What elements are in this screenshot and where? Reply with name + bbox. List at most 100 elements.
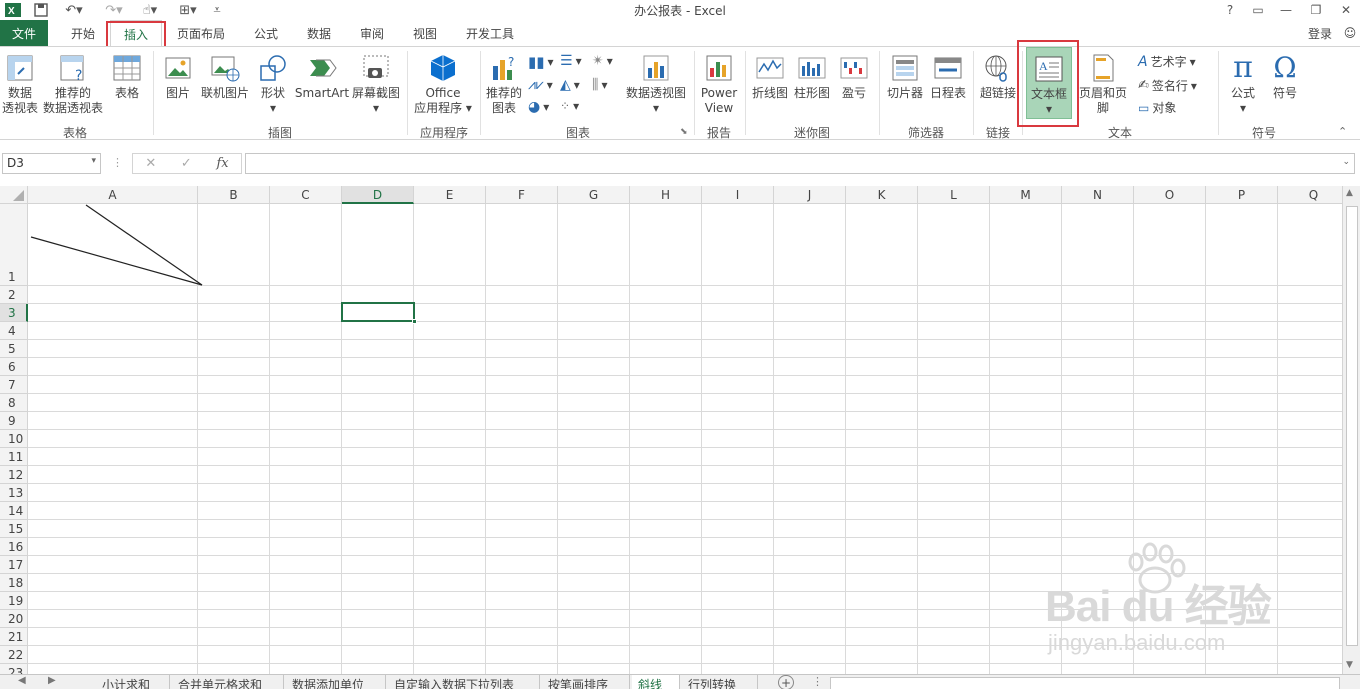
row-header-2[interactable]: 2 <box>0 286 28 304</box>
column-header-q[interactable]: Q <box>1278 186 1342 204</box>
column-header-c[interactable]: C <box>270 186 342 204</box>
hyperlink-button[interactable]: 超链接 <box>977 47 1019 101</box>
shapes-button[interactable]: 形状 ▾ <box>254 47 292 116</box>
select-all-corner[interactable] <box>0 186 28 204</box>
row-header-3[interactable]: 3 <box>0 304 28 322</box>
row-header-22[interactable]: 22 <box>0 646 28 664</box>
diagonal-lines[interactable] <box>28 204 204 286</box>
equation-button[interactable]: π 公式 ▾ <box>1222 47 1264 116</box>
line-sparkline-button[interactable]: 折线图 <box>750 47 790 101</box>
cancel-icon[interactable]: ✕ <box>145 156 156 171</box>
header-footer-button[interactable]: 页眉和页脚 <box>1074 47 1132 116</box>
row-header-17[interactable]: 17 <box>0 556 28 574</box>
expand-formula-icon[interactable]: ⌄ <box>1342 157 1350 167</box>
bar-chart-button[interactable]: ☰ ▾ <box>560 53 582 69</box>
minimize-icon[interactable]: — <box>1272 0 1300 20</box>
name-box-dropdown-icon[interactable]: ▾ <box>91 156 96 166</box>
insert-function-button[interactable]: fx <box>216 156 228 171</box>
area-chart-button[interactable]: ◭ ▾ <box>560 77 580 93</box>
vertical-scrollbar[interactable]: ▲ ▼ <box>1342 186 1360 674</box>
scatter-chart-button[interactable]: ⁘ ▾ <box>560 99 579 113</box>
fill-handle[interactable] <box>412 319 417 324</box>
row-header-7[interactable]: 7 <box>0 376 28 394</box>
prev-sheet-icon[interactable]: ◀ <box>18 675 26 686</box>
column-header-j[interactable]: J <box>774 186 846 204</box>
column-header-n[interactable]: N <box>1062 186 1134 204</box>
office-apps-button[interactable]: Office 应用程序 ▾ <box>410 47 476 116</box>
column-header-b[interactable]: B <box>198 186 270 204</box>
textbox-button[interactable]: A 文本框 ▾ <box>1026 47 1072 119</box>
row-header-1[interactable]: 1 <box>0 204 28 286</box>
picture-button[interactable]: 图片 <box>158 47 198 101</box>
row-header-5[interactable]: 5 <box>0 340 28 358</box>
column-header-m[interactable]: M <box>990 186 1062 204</box>
row-header-19[interactable]: 19 <box>0 592 28 610</box>
row-header-8[interactable]: 8 <box>0 394 28 412</box>
row-header-14[interactable]: 14 <box>0 502 28 520</box>
restore-icon[interactable]: ❐ <box>1302 0 1330 20</box>
enter-icon[interactable]: ✓ <box>181 156 192 171</box>
row-header-4[interactable]: 4 <box>0 322 28 340</box>
tab-data[interactable]: 数据 <box>297 20 341 46</box>
diagonal-line-1[interactable] <box>85 204 203 286</box>
column-header-g[interactable]: G <box>558 186 630 204</box>
sheet-tab-7[interactable]: 行列转换 <box>682 675 758 689</box>
radar-chart-button[interactable]: ✴ ▾ <box>592 53 613 69</box>
timeline-button[interactable]: 日程表 <box>928 47 968 101</box>
column-chart-button[interactable]: ▮▮ ▾ <box>528 53 554 71</box>
tab-home[interactable]: 开始 <box>60 20 106 46</box>
user-icon[interactable]: ☺ <box>1340 20 1360 46</box>
line-chart-button[interactable]: ⩘⩗ ▾ <box>528 77 553 93</box>
row-header-20[interactable]: 20 <box>0 610 28 628</box>
screenshot-button[interactable]: 屏幕截图 ▾ <box>350 47 402 116</box>
row-header-9[interactable]: 9 <box>0 412 28 430</box>
tab-formulas[interactable]: 公式 <box>244 20 288 46</box>
login-link[interactable]: 登录 <box>1300 20 1340 46</box>
recommended-charts-button[interactable]: ? 推荐的 图表 <box>483 47 525 116</box>
next-sheet-icon[interactable]: ▶ <box>48 675 56 686</box>
column-header-a[interactable]: A <box>28 186 198 204</box>
formula-input[interactable]: ⌄ <box>245 153 1355 174</box>
row-header-6[interactable]: 6 <box>0 358 28 376</box>
tab-page-layout[interactable]: 页面布局 <box>168 20 234 46</box>
sheet-tab-3[interactable]: 数据添加单位 <box>286 675 386 689</box>
column-header-l[interactable]: L <box>918 186 990 204</box>
diagonal-line-2[interactable] <box>30 236 203 286</box>
collapse-ribbon-icon[interactable]: ⌃ <box>1338 125 1347 138</box>
column-header-d[interactable]: D <box>342 186 414 204</box>
pie-chart-button[interactable]: ◕ ▾ <box>528 99 549 115</box>
row-header-15[interactable]: 15 <box>0 520 28 538</box>
tab-file[interactable]: 文件 <box>0 20 48 46</box>
column-header-o[interactable]: O <box>1134 186 1206 204</box>
column-sparkline-button[interactable]: 柱形图 <box>792 47 832 101</box>
pivot-table-button[interactable]: 数据 透视表 <box>0 47 40 116</box>
row-header-11[interactable]: 11 <box>0 448 28 466</box>
column-header-i[interactable]: I <box>702 186 774 204</box>
sheet-tab-4[interactable]: 自定输入数据下拉列表 <box>388 675 540 689</box>
table-button[interactable]: 表格 <box>106 47 148 101</box>
wordart-button[interactable]: A 艺术字 ▾ <box>1138 53 1196 70</box>
sheet-bar-grip-icon[interactable]: ⋮ <box>812 675 823 688</box>
winloss-sparkline-button[interactable]: 盈亏 <box>834 47 874 101</box>
sheet-tab-1[interactable]: 小计求和 <box>96 675 170 689</box>
tab-view[interactable]: 视图 <box>403 20 447 46</box>
sheet-tab-2[interactable]: 合并单元格求和 <box>172 675 284 689</box>
row-header-10[interactable]: 10 <box>0 430 28 448</box>
column-header-h[interactable]: H <box>630 186 702 204</box>
pivot-chart-button[interactable]: 数据透视图 ▾ <box>624 47 688 116</box>
stock-chart-button[interactable]: ⫼ ▾ <box>592 77 607 93</box>
help-button[interactable]: ? <box>1216 0 1244 20</box>
new-sheet-button[interactable]: + <box>778 675 794 689</box>
name-box[interactable]: D3 ▾ <box>2 153 101 174</box>
slicer-button[interactable]: 切片器 <box>882 47 928 101</box>
signature-line-button[interactable]: ✍ 签名行 ▾ <box>1138 77 1197 94</box>
selected-cell-d3[interactable] <box>341 302 417 324</box>
tab-insert[interactable]: 插入 <box>110 20 162 47</box>
sheet-tab-6[interactable]: 斜线 <box>632 675 680 689</box>
column-header-e[interactable]: E <box>414 186 486 204</box>
recommended-pivot-button[interactable]: ? 推荐的 数据透视表 <box>42 47 104 116</box>
vertical-scroll-thumb[interactable] <box>1346 206 1358 646</box>
power-view-button[interactable]: Power View <box>698 47 740 116</box>
row-header-12[interactable]: 12 <box>0 466 28 484</box>
column-header-k[interactable]: K <box>846 186 918 204</box>
